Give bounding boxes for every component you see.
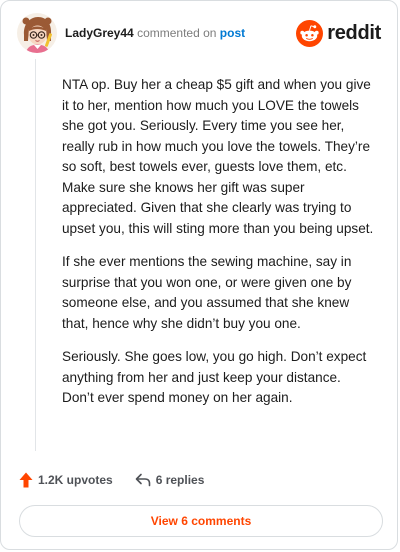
reddit-wordmark: reddit (327, 21, 381, 44)
post-link[interactable]: post (220, 26, 245, 40)
comment-paragraph: If she ever mentions the sewing machine,… (62, 254, 352, 331)
replies-button[interactable]: 6 replies (135, 473, 205, 487)
reddit-snoo-icon (296, 19, 324, 47)
comment-paragraph: Seriously. She goes low, you go high. Do… (62, 349, 367, 405)
comment-meta: LadyGrey44 commented on post (65, 26, 245, 40)
avatar[interactable] (17, 13, 57, 53)
comment-card: LadyGrey44 commented on post reddit NTA … (0, 0, 398, 550)
replies-count: 6 replies (155, 473, 205, 487)
action-text: commented on (137, 26, 217, 40)
thread-line (35, 59, 36, 451)
upvote-count: 1.2K upvotes (38, 473, 113, 487)
comment-paragraph: NTA op. Buy her a cheap $5 gift and when… (62, 77, 374, 236)
cartoon-avatar-icon (17, 13, 57, 53)
comment-header: LadyGrey44 commented on post reddit (15, 13, 383, 57)
comment-body: NTA op. Buy her a cheap $5 gift and when… (62, 75, 374, 422)
reddit-logo[interactable]: reddit (296, 19, 381, 47)
upvote-arrow-icon (19, 472, 33, 488)
comment-actions: 1.2K upvotes 6 replies (19, 469, 204, 491)
upvote-button[interactable]: 1.2K upvotes (19, 472, 113, 488)
author-username[interactable]: LadyGrey44 (65, 26, 134, 40)
view-comments-button[interactable]: View 6 comments (19, 505, 383, 537)
reply-arrow-icon (135, 473, 151, 487)
